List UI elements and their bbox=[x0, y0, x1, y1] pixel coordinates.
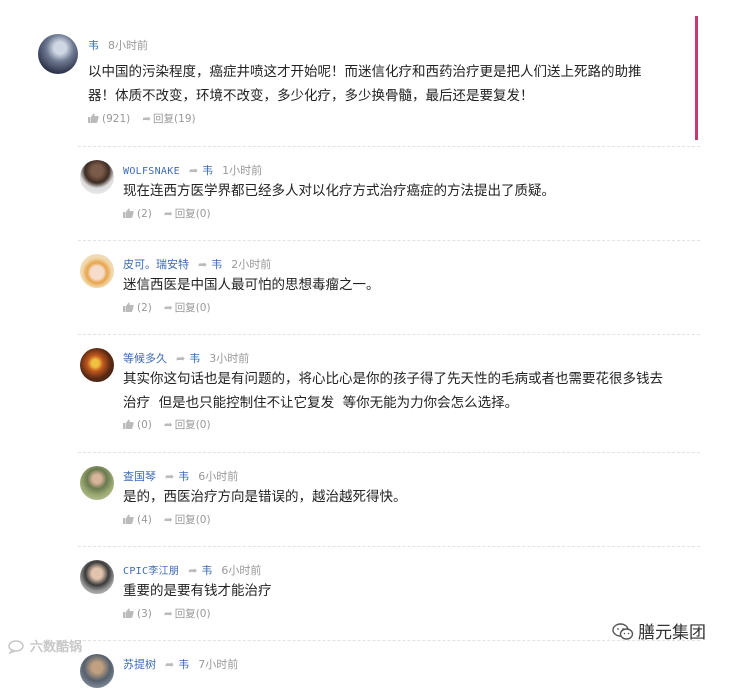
reply-arrow-icon: ➦ bbox=[163, 514, 173, 526]
reply-button[interactable]: ➦ 回复(0) bbox=[164, 208, 211, 220]
reply-button[interactable]: ➦ 回复(0) bbox=[164, 608, 211, 620]
username-link[interactable]: 等候多久 bbox=[123, 352, 167, 365]
reply-arrow-icon: ➦ bbox=[163, 208, 173, 220]
comment-text: 迷信西医是中国人最可怕的思想毒瘤之一。 bbox=[123, 277, 380, 293]
comment-meta: CPIC李江朋 ➦ 韦 6小时前 bbox=[123, 562, 261, 578]
like-button[interactable]: (2) bbox=[123, 302, 152, 314]
comment-text: 以中国的污染程度，癌症井喷这才开始呢！而迷信化疗和西药治疗更是把人们送上死路的助… bbox=[88, 64, 642, 104]
watermark-right: 膳元集团 bbox=[612, 618, 706, 643]
reply-button[interactable]: ➦ 回复(0) bbox=[164, 302, 211, 314]
reply-arrow-icon: ➦ bbox=[163, 608, 173, 620]
comment-meta: 等候多久 ➦ 韦 3小时前 bbox=[123, 350, 249, 366]
username-link[interactable]: 苏提树 bbox=[123, 658, 156, 671]
watermark-left: 六数酷锅 bbox=[8, 636, 82, 655]
comment-meta: 韦 8小时前 bbox=[88, 37, 148, 53]
reply-arrow-icon: ➦ bbox=[142, 113, 152, 125]
comment-text: 其实你这句话也是有问题的，将心比心是你的孩子得了先天性的毛病或者也需要花很多钱去… bbox=[123, 371, 663, 411]
thumbs-up-icon bbox=[123, 514, 134, 524]
comment-actions: (2) ➦ 回复(0) bbox=[123, 206, 211, 221]
timestamp: 1小时前 bbox=[222, 164, 263, 177]
timestamp: 3小时前 bbox=[209, 352, 250, 365]
reply-to-user[interactable]: 韦 bbox=[201, 564, 212, 577]
divider bbox=[78, 452, 700, 453]
like-button[interactable]: (921) bbox=[88, 113, 130, 125]
like-button[interactable]: (3) bbox=[123, 608, 152, 620]
timestamp: 7小时前 bbox=[198, 658, 239, 671]
username-link[interactable]: CPIC李江朋 bbox=[123, 566, 179, 577]
reply-to-user[interactable]: 韦 bbox=[178, 658, 189, 671]
username-link[interactable]: 韦 bbox=[88, 39, 99, 52]
comment-actions: (921) ➦ 回复(19) bbox=[88, 111, 196, 126]
reply-to-arrow-icon: ➦ bbox=[198, 258, 208, 271]
main-comment: 韦 8小时前 以中国的污染程度，癌症井喷这才开始呢！而迷信化疗和西药治疗更是把人们… bbox=[38, 34, 698, 140]
reply-to-user[interactable]: 韦 bbox=[211, 258, 222, 271]
reply-to-user[interactable]: 韦 bbox=[178, 470, 189, 483]
thumbs-up-icon bbox=[123, 419, 134, 429]
timestamp: 6小时前 bbox=[221, 564, 262, 577]
reply-button[interactable]: ➦ 回复(0) bbox=[164, 419, 211, 431]
reply-to-arrow-icon: ➦ bbox=[188, 564, 198, 577]
comment-text: 现在连西方医学界都已经多人对以化疗方式治疗癌症的方法提出了质疑。 bbox=[123, 183, 555, 199]
comment-meta: 查国琴 ➦ 韦 6小时前 bbox=[123, 468, 238, 484]
avatar[interactable] bbox=[80, 160, 114, 194]
username-link[interactable]: WOLFSNAKE bbox=[123, 166, 180, 177]
thumbs-up-icon bbox=[123, 208, 134, 218]
timestamp: 2小时前 bbox=[231, 258, 272, 271]
avatar[interactable] bbox=[80, 560, 114, 594]
timestamp: 6小时前 bbox=[198, 470, 239, 483]
avatar[interactable] bbox=[38, 34, 78, 74]
avatar[interactable] bbox=[80, 654, 114, 688]
like-button[interactable]: (4) bbox=[123, 514, 152, 526]
reply-to-arrow-icon: ➦ bbox=[165, 658, 175, 671]
comment-actions: (3) ➦ 回复(0) bbox=[123, 606, 211, 621]
comment-actions: (4) ➦ 回复(0) bbox=[123, 512, 211, 527]
like-button[interactable]: (0) bbox=[123, 419, 152, 431]
thumbs-up-icon bbox=[88, 113, 99, 123]
reply-to-user[interactable]: 韦 bbox=[202, 164, 213, 177]
wechat-icon bbox=[612, 623, 634, 640]
comment-meta: 苏提树 ➦ 韦 7小时前 bbox=[123, 656, 238, 672]
reply-to-arrow-icon: ➦ bbox=[165, 470, 175, 483]
comment-text: 是的，西医治疗方向是错误的，越治越死得快。 bbox=[123, 489, 407, 505]
reply-to-user[interactable]: 韦 bbox=[189, 352, 200, 365]
thumbs-up-icon bbox=[123, 608, 134, 618]
avatar[interactable] bbox=[80, 254, 114, 288]
divider bbox=[78, 640, 700, 641]
timestamp: 8小时前 bbox=[108, 39, 148, 52]
username-link[interactable]: 皮可。瑞安特 bbox=[123, 258, 189, 271]
divider bbox=[78, 240, 700, 241]
comment-text: 重要的是要有钱才能治疗 bbox=[123, 583, 272, 599]
reply-button[interactable]: ➦ 回复(19) bbox=[142, 113, 195, 125]
divider bbox=[78, 146, 700, 147]
reply-arrow-icon: ➦ bbox=[163, 419, 173, 431]
comment-meta: WOLFSNAKE ➦ 韦 1小时前 bbox=[123, 162, 262, 178]
divider bbox=[78, 334, 700, 335]
comment-actions: (2) ➦ 回复(0) bbox=[123, 300, 211, 315]
reply-button[interactable]: ➦ 回复(0) bbox=[164, 514, 211, 526]
reply-to-arrow-icon: ➦ bbox=[188, 164, 199, 177]
comment-meta: 皮可。瑞安特 ➦ 韦 2小时前 bbox=[123, 256, 271, 272]
avatar[interactable] bbox=[80, 348, 114, 382]
reply-arrow-icon: ➦ bbox=[163, 302, 173, 314]
reply-to-arrow-icon: ➦ bbox=[176, 352, 186, 365]
comment-actions: (0) ➦ 回复(0) bbox=[123, 417, 211, 432]
chat-bubble-icon bbox=[8, 640, 24, 654]
username-link[interactable]: 查国琴 bbox=[123, 470, 156, 483]
divider bbox=[78, 546, 700, 547]
avatar[interactable] bbox=[80, 466, 114, 500]
like-button[interactable]: (2) bbox=[123, 208, 152, 220]
thumbs-up-icon bbox=[123, 302, 134, 312]
